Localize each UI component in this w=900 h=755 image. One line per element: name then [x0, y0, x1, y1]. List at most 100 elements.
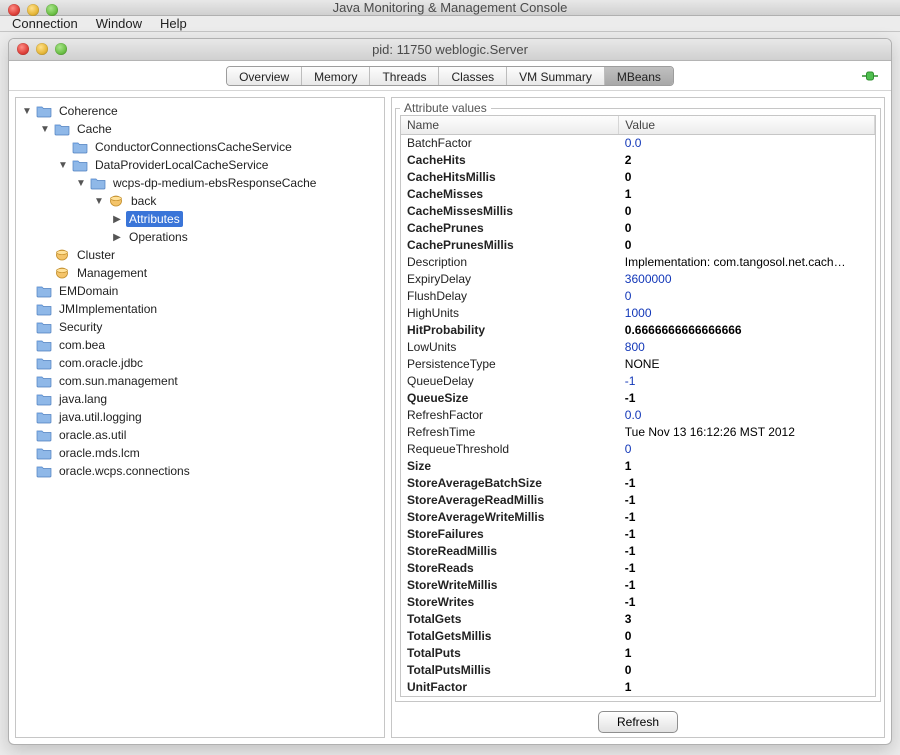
tree-node-label[interactable]: oracle.as.util [56, 427, 129, 443]
tree-node-label[interactable]: com.sun.management [56, 373, 181, 389]
tree-node[interactable]: ▶ConductorConnectionsCacheService [58, 138, 382, 156]
table-row[interactable]: HitProbability0.6666666666666666 [401, 322, 875, 339]
table-row[interactable]: PersistenceTypeNONE [401, 356, 875, 373]
table-row[interactable]: TotalGets3 [401, 611, 875, 628]
minimize-icon[interactable] [27, 4, 39, 16]
collapse-icon[interactable]: ▼ [76, 178, 86, 189]
table-row[interactable]: StoreReadMillis-1 [401, 543, 875, 560]
table-row[interactable]: StoreWrites-1 [401, 594, 875, 611]
table-row[interactable]: StoreFailures-1 [401, 526, 875, 543]
column-name[interactable]: Name [401, 116, 619, 135]
table-row[interactable]: QueueSize-1 [401, 390, 875, 407]
table-row[interactable]: StoreAverageReadMillis-1 [401, 492, 875, 509]
tree-node[interactable]: ▶com.sun.management [22, 372, 382, 390]
table-row[interactable]: CacheMisses1 [401, 186, 875, 203]
connection-status-icon[interactable] [861, 69, 879, 83]
table-row[interactable]: CacheMissesMillis0 [401, 203, 875, 220]
tree-node-label[interactable]: oracle.mds.lcm [56, 445, 143, 461]
attr-value[interactable]: 0.0 [619, 407, 875, 424]
tree-node[interactable]: ▶Cluster [40, 246, 382, 264]
tree-node[interactable]: ▼ wcps-dp-medium-ebsResponseCache [76, 174, 382, 192]
tree-node[interactable]: ▶Attributes [112, 210, 382, 228]
tree-node[interactable]: ▶Management [40, 264, 382, 282]
attr-value[interactable]: 800 [619, 339, 875, 356]
attr-value[interactable]: 0.0 [619, 135, 875, 152]
table-row[interactable]: StoreReads-1 [401, 560, 875, 577]
table-row[interactable]: TotalPuts1 [401, 645, 875, 662]
tree-node-label[interactable]: Coherence [56, 103, 121, 119]
collapse-icon[interactable]: ▼ [58, 160, 68, 171]
tree-node-label[interactable]: Management [74, 265, 150, 281]
tree-node-label[interactable]: EMDomain [56, 283, 121, 299]
column-value[interactable]: Value [619, 116, 875, 135]
table-row[interactable]: CacheHitsMillis0 [401, 169, 875, 186]
attributes-table-wrap[interactable]: Name Value BatchFactor0.0CacheHits2Cache… [400, 115, 876, 697]
tree-node[interactable]: ▼ Coherence [22, 102, 382, 120]
tree-node[interactable]: ▶oracle.as.util [22, 426, 382, 444]
outer-titlebar[interactable]: Java Monitoring & Management Console [0, 0, 900, 16]
table-row[interactable]: QueueDelay-1 [401, 373, 875, 390]
tree-node-label[interactable]: com.bea [56, 337, 108, 353]
tree-node[interactable]: ▶com.bea [22, 336, 382, 354]
zoom-icon[interactable] [46, 4, 58, 16]
tree-node[interactable]: ▶JMImplementation [22, 300, 382, 318]
table-row[interactable]: CachePrunes0 [401, 220, 875, 237]
attr-value[interactable]: 0 [619, 441, 875, 458]
attr-value[interactable]: 1000 [619, 305, 875, 322]
table-row[interactable]: LowUnits800 [401, 339, 875, 356]
table-row[interactable]: HighUnits1000 [401, 305, 875, 322]
tree-node[interactable]: ▶oracle.wcps.connections [22, 462, 382, 480]
attr-value[interactable]: 0 [619, 288, 875, 305]
inner-window-controls[interactable] [17, 43, 67, 55]
window-controls[interactable] [8, 4, 58, 16]
close-icon[interactable] [17, 43, 29, 55]
zoom-icon[interactable] [55, 43, 67, 55]
tree-node-label[interactable]: Cache [74, 121, 115, 137]
table-row[interactable]: RefreshTimeTue Nov 13 16:12:26 MST 2012 [401, 424, 875, 441]
tab-threads[interactable]: Threads [369, 67, 438, 85]
tree-node[interactable]: ▼ back [94, 192, 382, 210]
menu-window[interactable]: Window [96, 16, 142, 31]
tree-node[interactable]: ▶com.oracle.jdbc [22, 354, 382, 372]
table-row[interactable]: ExpiryDelay3600000 [401, 271, 875, 288]
tree-node[interactable]: ▶Operations [112, 228, 382, 246]
tree-node-label[interactable]: ConductorConnectionsCacheService [92, 139, 295, 155]
collapse-icon[interactable]: ▼ [40, 124, 50, 135]
close-icon[interactable] [8, 4, 20, 16]
tree-node-label[interactable]: Security [56, 319, 105, 335]
tree-node[interactable]: ▼ Cache [40, 120, 382, 138]
tree-node-label[interactable]: Cluster [74, 247, 118, 263]
tree-node[interactable]: ▶Security [22, 318, 382, 336]
tree-node-label[interactable]: java.lang [56, 391, 110, 407]
tree-node-label[interactable]: Operations [126, 229, 191, 245]
tree-node[interactable]: ▶oracle.mds.lcm [22, 444, 382, 462]
table-row[interactable]: DescriptionImplementation: com.tangosol.… [401, 254, 875, 271]
tree-node[interactable]: ▶EMDomain [22, 282, 382, 300]
collapse-icon[interactable]: ▼ [22, 106, 32, 117]
tree-node-label[interactable]: com.oracle.jdbc [56, 355, 146, 371]
tree-node-label[interactable]: back [128, 193, 159, 209]
tab-classes[interactable]: Classes [438, 67, 506, 85]
tree-node[interactable]: ▶java.lang [22, 390, 382, 408]
tree-node-label[interactable]: Attributes [126, 211, 183, 227]
menu-help[interactable]: Help [160, 16, 187, 31]
tree-node-label[interactable]: java.util.logging [56, 409, 145, 425]
table-row[interactable]: CachePrunesMillis0 [401, 237, 875, 254]
tree-node-label[interactable]: JMImplementation [56, 301, 160, 317]
attr-value[interactable]: -1 [619, 373, 875, 390]
inner-titlebar[interactable]: pid: 11750 weblogic.Server [9, 39, 891, 61]
table-row[interactable]: TotalPutsMillis0 [401, 662, 875, 679]
table-row[interactable]: CacheHits2 [401, 152, 875, 169]
table-row[interactable]: UnitFactor1 [401, 679, 875, 696]
mbean-tree[interactable]: ▼ Coherence ▼ Cache▶ConductorConnectionsCac… [15, 97, 385, 738]
tab-overview[interactable]: Overview [227, 67, 301, 85]
table-row[interactable]: RefreshFactor0.0 [401, 407, 875, 424]
table-row[interactable]: RequeueThreshold0 [401, 441, 875, 458]
table-row[interactable]: StoreAverageWriteMillis-1 [401, 509, 875, 526]
table-row[interactable]: TotalGetsMillis0 [401, 628, 875, 645]
table-row[interactable]: Size1 [401, 458, 875, 475]
collapse-icon[interactable]: ▼ [94, 196, 104, 207]
tree-node-label[interactable]: DataProviderLocalCacheService [92, 157, 271, 173]
menu-connection[interactable]: Connection [12, 16, 78, 31]
tree-node-label[interactable]: wcps-dp-medium-ebsResponseCache [110, 175, 319, 191]
